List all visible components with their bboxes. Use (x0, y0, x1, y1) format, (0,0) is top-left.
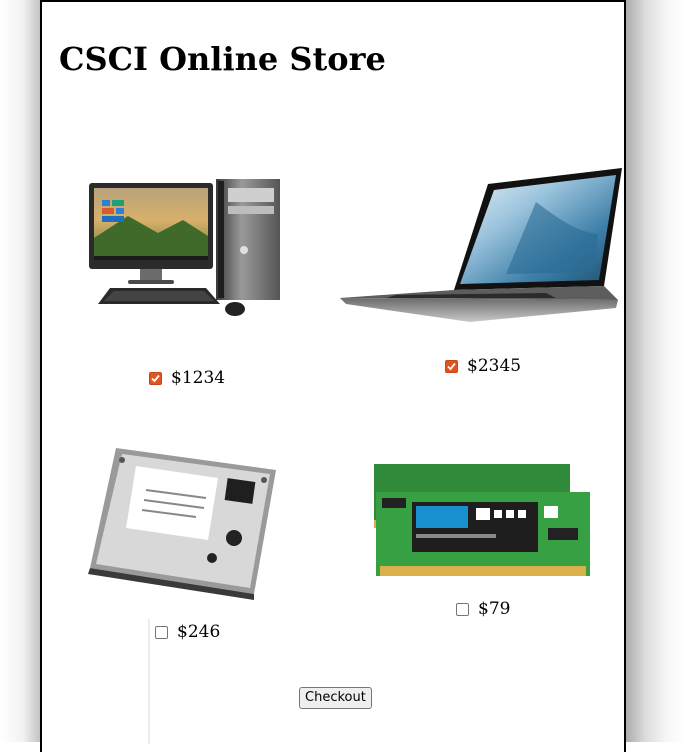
product-desktop-price-row: $1234 (149, 368, 225, 388)
desktop-computer-image (88, 178, 283, 322)
product-ram-checkbox[interactable] (456, 602, 469, 616)
checkmark-icon (151, 374, 160, 382)
product-hard-drive-price-row: $246 (155, 622, 220, 642)
store-container: CSCI Online Store $1234 $2345 $246 $79 C… (40, 0, 626, 752)
product-desktop-price: $1234 (171, 368, 226, 388)
product-ram-price: $79 (478, 599, 511, 619)
checkout-button[interactable]: Checkout (299, 687, 372, 709)
product-desktop-checkbox[interactable] (149, 371, 162, 385)
product-hard-drive-checkbox[interactable] (155, 625, 168, 639)
product-laptop-checkbox[interactable] (445, 359, 458, 373)
product-ram-price-row: $79 (456, 599, 510, 619)
product-hard-drive-price: $246 (177, 622, 221, 642)
hard-drive-image (86, 440, 284, 600)
memory-ram-image (372, 462, 590, 580)
divider (148, 619, 150, 744)
laptop-image (336, 162, 628, 334)
checkmark-icon (447, 362, 456, 370)
page-title: CSCI Online Store (59, 40, 386, 78)
product-laptop-price-row: $2345 (445, 356, 521, 376)
product-laptop-price: $2345 (467, 356, 522, 376)
page-shadow-right (625, 0, 684, 742)
page-shadow-left (0, 0, 42, 742)
